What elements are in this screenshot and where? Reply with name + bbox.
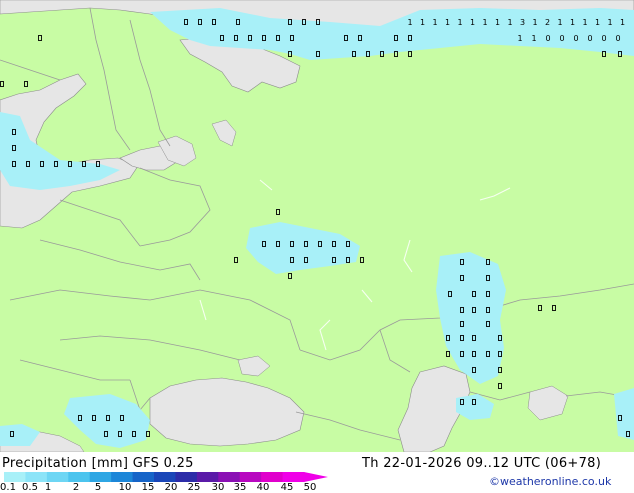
scale-swatch xyxy=(132,472,155,482)
scale-swatch xyxy=(175,472,198,482)
precip-value-label: 1 xyxy=(517,34,522,43)
precip-value-label: 1 xyxy=(531,34,536,43)
precip-value-label: 1 xyxy=(482,18,487,27)
scale-tick-label: 15 xyxy=(141,482,155,493)
precip-value-label: 2 xyxy=(545,18,550,27)
precip-value-label: 1 xyxy=(457,18,462,27)
scale-tick-label: 1 xyxy=(44,482,52,493)
scale-tick-label: 45 xyxy=(280,482,294,493)
scale-swatch xyxy=(261,472,284,482)
precip-value-label: 1 xyxy=(420,18,425,27)
scale-tick-label: 0.5 xyxy=(22,482,38,493)
precip-color-scale xyxy=(4,472,328,482)
precip-value-label: 3 xyxy=(520,18,525,27)
scale-arrow xyxy=(304,472,328,482)
precip-value-label: 1 xyxy=(495,18,500,27)
precip-value-label: 0 xyxy=(601,34,606,43)
scale-swatch xyxy=(68,472,91,482)
scale-tick-label: 40 xyxy=(256,482,270,493)
scale-tick-label: 5 xyxy=(94,482,102,493)
scale-tick-label: 35 xyxy=(233,482,247,493)
scale-swatch xyxy=(218,472,241,482)
map-footer: Precipitation [mm] GFS 0.25 Th 22-01-202… xyxy=(0,452,634,493)
precip-value-label: 1 xyxy=(620,18,625,27)
precip-value-label: 0 xyxy=(559,34,564,43)
scale-swatch xyxy=(46,472,69,482)
scale-tick-label: 30 xyxy=(211,482,225,493)
precip-value-label: 1 xyxy=(595,18,600,27)
scale-swatch xyxy=(4,472,26,482)
land-background xyxy=(0,0,634,452)
scale-swatch xyxy=(154,472,176,482)
scale-tick-label: 2 xyxy=(72,482,80,493)
precip-value-label: 1 xyxy=(607,18,612,27)
precip-value-label: 1 xyxy=(445,18,450,27)
precip-value-label: 1 xyxy=(407,18,412,27)
scale-tick-label: 0.1 xyxy=(0,482,16,493)
precip-value-label: 1 xyxy=(532,18,537,27)
precip-value-label: 1 xyxy=(570,18,575,27)
precip-value-label: 0 xyxy=(587,34,592,43)
precip-value-label: 1 xyxy=(432,18,437,27)
scale-tick-label: 50 xyxy=(303,482,317,493)
scale-tick-label: 25 xyxy=(187,482,201,493)
scale-swatch xyxy=(25,472,48,482)
precip-value-label: 0 xyxy=(545,34,550,43)
scale-swatch xyxy=(239,472,262,482)
map-title: Precipitation [mm] GFS 0.25 xyxy=(2,456,194,471)
forecast-run-time: Th 22-01-2026 09..12 UTC (06+78) xyxy=(362,456,602,471)
precipitation-map: 1 1 1 1 1 1 1 1 1 3 1 2 1 1 1 1 1 11 1 0 0 0 0 0 0 xyxy=(0,0,634,452)
precip-value-label: 1 xyxy=(557,18,562,27)
precip-value-label: 1 xyxy=(582,18,587,27)
precip-value-label: 0 xyxy=(615,34,620,43)
precip-value-label: 0 xyxy=(573,34,578,43)
precip-value-label: 1 xyxy=(470,18,475,27)
scale-tick-label: 10 xyxy=(118,482,132,493)
scale-tick-label: 20 xyxy=(164,482,178,493)
scale-swatch xyxy=(196,472,219,482)
precip-value-label: 1 xyxy=(507,18,512,27)
scale-swatch xyxy=(282,472,305,482)
scale-swatch xyxy=(89,472,112,482)
credit-link[interactable]: ©weatheronline.co.uk xyxy=(489,475,611,488)
scale-swatch xyxy=(111,472,134,482)
